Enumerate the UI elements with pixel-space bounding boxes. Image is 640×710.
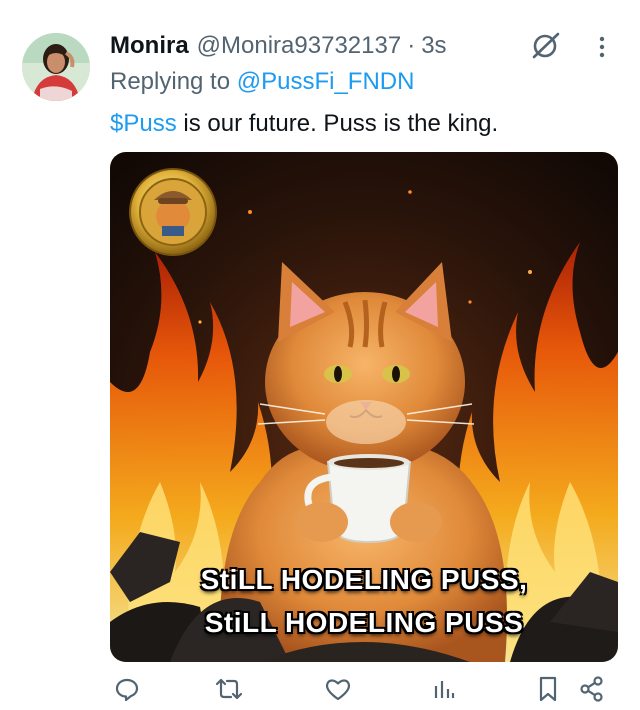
tweet-body: is our future. Puss is the king. [176,110,499,137]
more-icon[interactable] [590,30,614,64]
tweet-media-image[interactable]: StiLL HODELING PUSS, StiLL HODELING PUSS [110,152,618,662]
like-icon[interactable] [321,672,355,706]
replying-to: Replying to @PussFi_FNDN [110,68,414,96]
display-name[interactable]: Monira [110,32,189,60]
share-icon[interactable] [575,672,609,706]
tweet-timestamp[interactable]: 3s [421,32,446,60]
bookmark-icon[interactable] [531,672,565,706]
cashtag-link[interactable]: $Puss [110,110,177,137]
media-caption-line2: StiLL HODELING PUSS [204,607,524,638]
tweet-header: Monira @Monira93732137 · 3s [110,30,447,62]
avatar[interactable] [22,33,90,101]
replying-prefix: Replying to [110,68,237,95]
replying-handle-link[interactable]: @PussFi_FNDN [237,68,415,95]
retweet-icon[interactable] [212,672,246,706]
media-caption-line1: StiLL HODELING PUSS, [200,564,528,595]
reply-icon[interactable] [110,672,144,706]
views-icon[interactable] [427,672,461,706]
tweet-action-bar [110,672,610,706]
user-handle[interactable]: @Monira93732137 [197,32,402,60]
tweet-text: $Puss is our future. Puss is the king. [110,110,498,138]
header-separator: · [407,32,416,59]
grok-icon[interactable] [527,28,563,64]
